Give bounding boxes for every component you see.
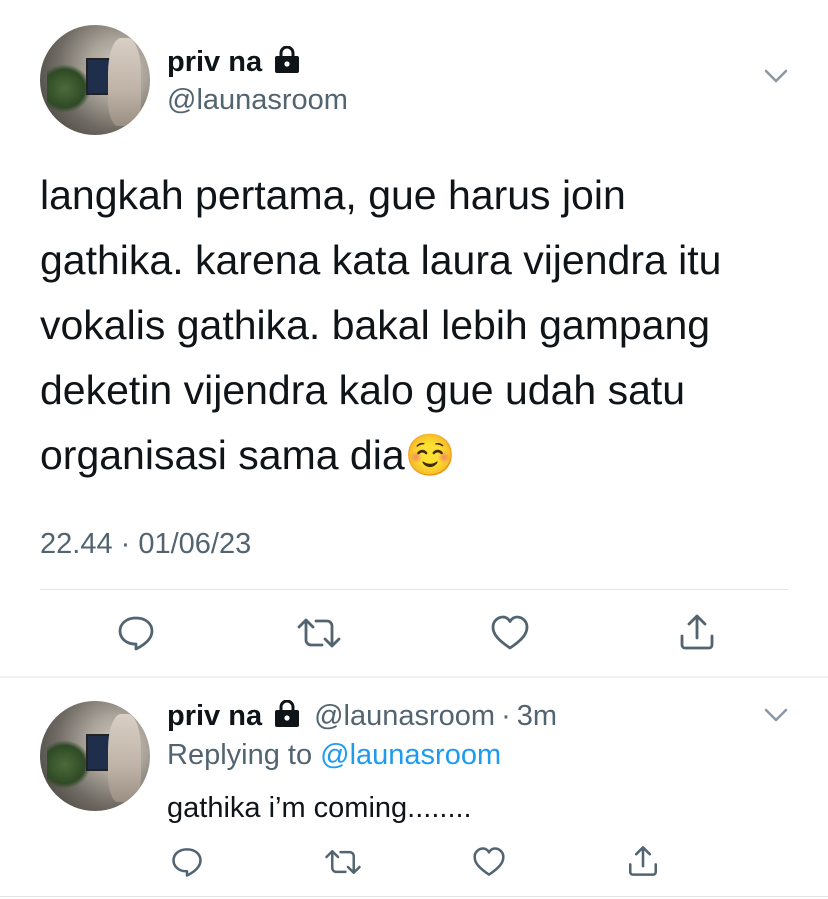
comment-icon[interactable]	[170, 846, 204, 878]
tweet-text-line: gathika. karena kata laura vijendra itu	[40, 237, 722, 283]
avatar-person	[108, 38, 142, 127]
heart-icon[interactable]	[472, 846, 506, 878]
divider	[0, 896, 828, 897]
display-name[interactable]: priv na	[167, 46, 262, 79]
separator: ·	[501, 699, 511, 732]
retweet-icon[interactable]	[296, 614, 342, 652]
replying-to-label: Replying to	[167, 739, 313, 771]
display-name[interactable]: priv na	[167, 700, 262, 733]
share-icon[interactable]	[677, 612, 717, 652]
share-icon[interactable]	[626, 844, 660, 878]
divider	[40, 589, 788, 590]
avatar-plant	[46, 63, 91, 113]
chevron-down-icon[interactable]	[762, 66, 790, 86]
chevron-down-icon[interactable]	[762, 705, 790, 725]
heart-icon[interactable]	[490, 614, 530, 652]
handle[interactable]: @launasroom	[314, 700, 495, 733]
divider	[0, 676, 828, 678]
avatar[interactable]	[40, 25, 150, 135]
lock-icon	[272, 45, 302, 79]
timestamp[interactable]: 22.44 · 01/06/23	[40, 528, 251, 561]
handle[interactable]: @launasroom	[167, 84, 348, 117]
comment-icon[interactable]	[116, 614, 156, 652]
reply-text: gathika i’m coming........	[167, 792, 472, 824]
author-row: priv na	[167, 44, 302, 80]
tweet-age: 3m	[516, 699, 558, 732]
avatar-person	[108, 714, 142, 803]
replying-to-link[interactable]: @launasroom	[320, 739, 501, 771]
replying-to: Replying to @launasroom	[167, 739, 501, 772]
avatar[interactable]	[40, 701, 150, 811]
tweet-text-line: langkah pertama, gue harus join	[40, 172, 626, 218]
tweet-text: langkah pertama, gue harus join gathika.…	[40, 163, 800, 488]
avatar-plant	[46, 739, 91, 789]
tweet-text-line: organisasi sama dia☺️	[40, 432, 456, 478]
lock-icon	[272, 699, 302, 733]
retweet-icon[interactable]	[324, 846, 362, 878]
tweet-text-line: vokalis gathika. bakal lebih gampang	[40, 302, 711, 348]
reply-author-row: priv na @launasroom · 3m	[167, 697, 557, 735]
tweet-text-line: deketin vijendra kalo gue udah satu	[40, 367, 686, 413]
